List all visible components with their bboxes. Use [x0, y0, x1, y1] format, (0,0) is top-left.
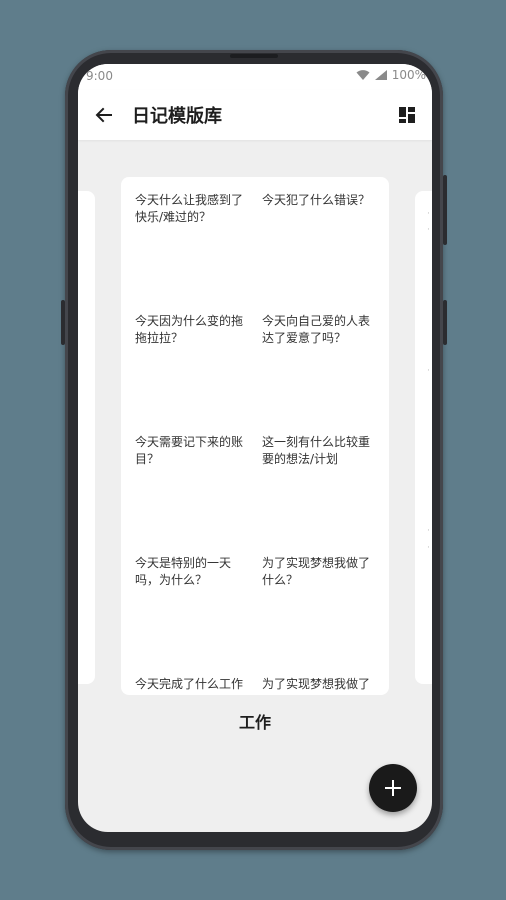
card-text-fragment: ·	[427, 366, 430, 376]
card-text-fragment: ·	[427, 543, 430, 553]
power-button	[443, 300, 447, 345]
status-icons: 100%	[356, 68, 426, 82]
card-text-fragment: ·	[427, 526, 430, 536]
arrow-left-icon	[95, 107, 112, 123]
card-text-fragment: ·	[427, 225, 430, 235]
wifi-icon	[356, 70, 370, 80]
prompt-item: 今天向自己爱的人表达了爱意了吗？	[262, 314, 371, 345]
add-template-button[interactable]	[369, 764, 417, 812]
template-card-next[interactable]: · · · · ·	[415, 191, 432, 684]
prompt-item: 今天犯了什么错误？	[262, 193, 371, 207]
template-card[interactable]: 今天什么让我感到了快乐/难过的？ 今天犯了什么错误？ 今天因为什么变的拖拖拉拉？…	[121, 177, 389, 695]
grid-layout-icon	[399, 107, 415, 123]
page-title: 日记模版库	[132, 106, 222, 127]
phone-screen: 9:00 100% 日记模版库 人	[78, 64, 432, 832]
prompt-item: 今天因为什么变的拖拖拉拉？	[135, 314, 244, 345]
status-bar: 9:00 100%	[78, 64, 432, 90]
back-button[interactable]	[92, 103, 116, 127]
volume-button	[443, 175, 447, 245]
app-bar: 日记模版库	[78, 90, 432, 140]
prompt-item: 今天是特别的一天吗，为什么？	[135, 556, 232, 587]
layout-toggle-button[interactable]	[396, 104, 418, 126]
side-button-left	[61, 300, 65, 345]
status-time: 9:00	[86, 69, 113, 83]
battery-percent: 100%	[391, 68, 426, 82]
template-card-previous[interactable]: 人	[78, 191, 95, 684]
speaker-grille	[230, 54, 278, 58]
prompt-item: 这一刻有什么比较重要的想法/计划	[262, 435, 371, 466]
template-category-label: 工作	[238, 713, 271, 732]
prompt-item: 为了实现梦想我做了什么？	[262, 556, 371, 587]
card-text-fragment: ·	[427, 209, 430, 219]
cellular-signal-icon	[374, 70, 387, 80]
prompt-item: 今天完成了什么工作	[135, 677, 244, 691]
plus-icon-stroke	[392, 780, 394, 796]
prompt-item: 为了实现梦想我做了	[262, 677, 371, 691]
prompt-item: 今天什么让我感到了快乐/难过的？	[135, 193, 244, 224]
prompt-item: 今天需要记下来的账目？	[135, 435, 244, 466]
